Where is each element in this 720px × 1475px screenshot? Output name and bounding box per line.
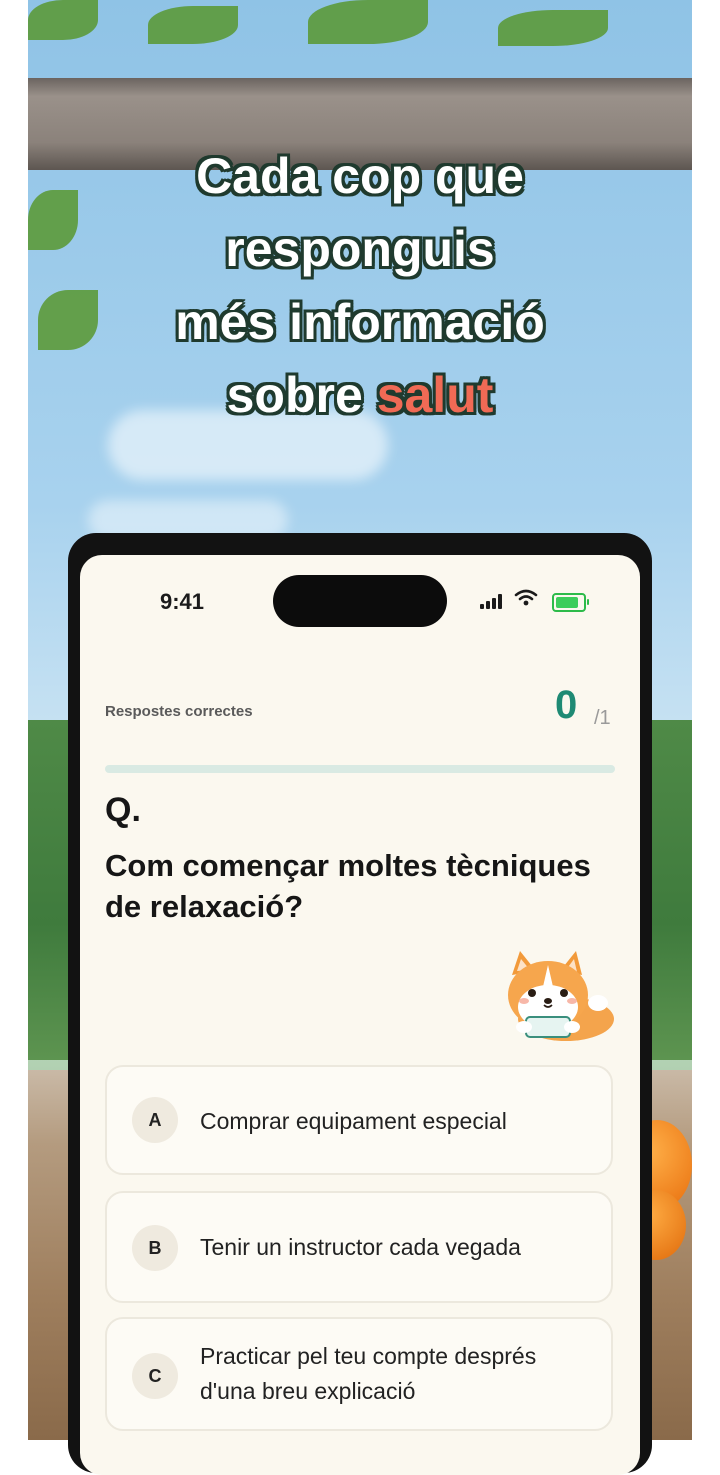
headline-line-4: sobre salut <box>0 359 720 432</box>
answer-option-a[interactable]: A Comprar equipament especial <box>105 1065 613 1175</box>
cellular-signal-icon <box>480 593 508 609</box>
total-question-count: /1 <box>594 707 611 729</box>
option-letter-badge: B <box>132 1225 178 1271</box>
leaf <box>498 10 608 46</box>
option-text: Practicar pel teu compte després d'una b… <box>200 1343 537 1404</box>
status-bar: 9:41 <box>80 555 640 647</box>
option-text: Comprar equipament especial <box>200 1108 507 1134</box>
headline-line-2: responguis <box>225 221 495 277</box>
question-text: Com començar moltes tècniques de relaxac… <box>105 848 591 924</box>
answer-option-c[interactable]: C Practicar pel teu compte després d'una… <box>105 1317 613 1431</box>
headline-line-3: més informació <box>175 294 545 350</box>
progress-bar <box>105 765 615 773</box>
wifi-icon <box>514 589 538 606</box>
dynamic-island <box>273 575 447 627</box>
leaf <box>308 0 428 44</box>
corgi-mascot-icon <box>508 951 614 1041</box>
headline-line-4-prefix: sobre <box>226 367 363 423</box>
option-letter-badge: C <box>132 1353 178 1399</box>
answer-option-b[interactable]: B Tenir un instructor cada vegada <box>105 1191 613 1303</box>
headline-caption: Cada cop que responguis més informació s… <box>0 140 720 432</box>
score-label: Respostes correctes <box>105 703 253 720</box>
status-time: 9:41 <box>160 589 205 614</box>
headline-highlight-word: salut <box>376 367 494 423</box>
battery-charging-icon <box>552 593 589 612</box>
headline-line-1: Cada cop que <box>196 148 524 204</box>
leaf <box>28 0 98 40</box>
leaf <box>148 6 238 44</box>
question-marker: Q. <box>105 791 141 829</box>
phone-screen: 9:41 Respostes correctes 0 /1 Q. Com com… <box>80 555 640 1475</box>
option-text: Tenir un instructor cada vegada <box>200 1234 521 1260</box>
option-letter-badge: A <box>132 1097 178 1143</box>
correct-answer-count: 0 <box>555 683 578 727</box>
phone-mockup: 9:41 Respostes correctes 0 /1 Q. Com com… <box>68 533 652 1475</box>
